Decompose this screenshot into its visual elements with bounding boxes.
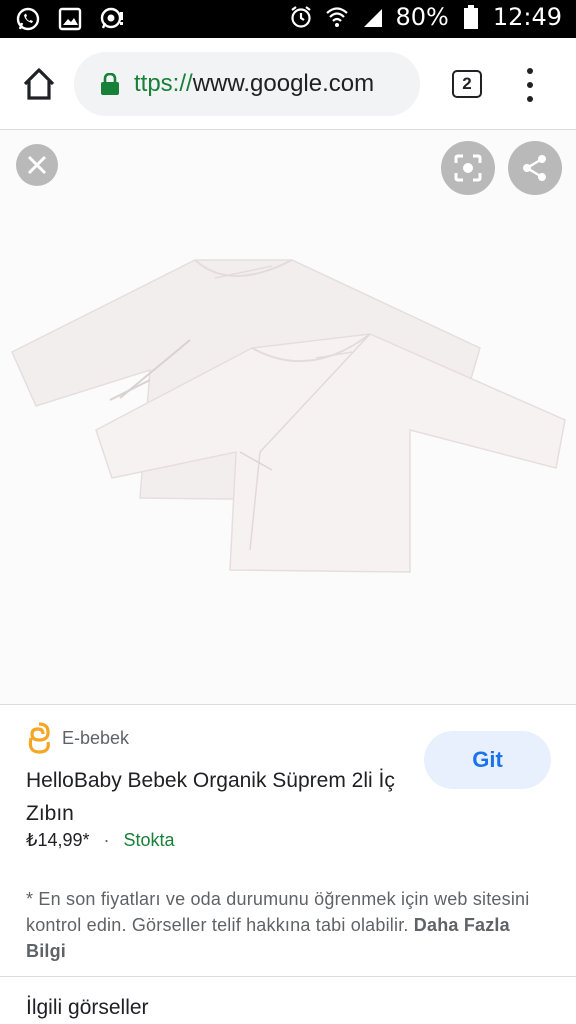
tab-count: 2 bbox=[462, 74, 472, 93]
address-bar[interactable]: ttps://www.google.com bbox=[74, 52, 420, 116]
divider bbox=[0, 976, 576, 977]
signal-icon bbox=[359, 3, 387, 31]
wifi-icon bbox=[323, 3, 351, 31]
gallery-icon bbox=[56, 5, 84, 33]
whatsapp-icon bbox=[14, 5, 42, 33]
visual-search-button[interactable] bbox=[441, 141, 495, 195]
product-image[interactable] bbox=[0, 230, 576, 590]
url-scheme: ttps:// bbox=[134, 70, 193, 97]
battery-icon bbox=[457, 3, 485, 31]
separator: · bbox=[103, 830, 110, 850]
source-name: E-bebek bbox=[62, 727, 130, 748]
visit-button-label: Git bbox=[472, 747, 503, 772]
menu-dot-icon bbox=[527, 96, 533, 102]
url-host: www.google.com bbox=[192, 70, 375, 97]
close-button[interactable] bbox=[16, 144, 58, 186]
ebebek-logo-icon bbox=[28, 722, 50, 754]
url-text: ttps://www.google.com bbox=[134, 70, 374, 98]
source-row[interactable]: E-bebek bbox=[26, 722, 129, 754]
menu-dot-icon bbox=[527, 82, 533, 88]
status-bar: 80% 12:49 bbox=[0, 0, 576, 38]
lock-icon bbox=[101, 73, 119, 95]
home-icon bbox=[23, 68, 55, 100]
home-button[interactable] bbox=[20, 65, 58, 103]
availability: Stokta bbox=[123, 830, 175, 850]
share-button[interactable] bbox=[508, 141, 562, 195]
visit-button[interactable]: Git bbox=[424, 731, 551, 789]
image-viewer bbox=[0, 130, 576, 704]
browser-toolbar: ttps://www.google.com 2 bbox=[0, 38, 576, 130]
menu-dot-icon bbox=[527, 68, 533, 74]
disclaimer: * En son fiyatları ve oda durumunu öğren… bbox=[26, 886, 546, 964]
price-row: ₺14,99* · Stokta bbox=[26, 830, 175, 851]
overflow-menu-button[interactable] bbox=[520, 68, 540, 102]
product-title[interactable]: HelloBaby Bebek Organik Süprem 2li İç Zı… bbox=[26, 764, 426, 830]
share-icon bbox=[523, 155, 546, 181]
lens-icon bbox=[454, 154, 482, 182]
tab-switcher-button[interactable]: 2 bbox=[452, 70, 482, 98]
battery-percent: 80% bbox=[395, 3, 449, 31]
alarm-icon bbox=[287, 3, 315, 31]
divider bbox=[0, 704, 576, 705]
price: ₺14,99* bbox=[26, 830, 90, 850]
close-icon bbox=[27, 155, 47, 175]
chat-notification-icon bbox=[98, 5, 126, 33]
related-images-heading: İlgili görseller bbox=[26, 996, 149, 1019]
clock: 12:49 bbox=[492, 3, 562, 31]
